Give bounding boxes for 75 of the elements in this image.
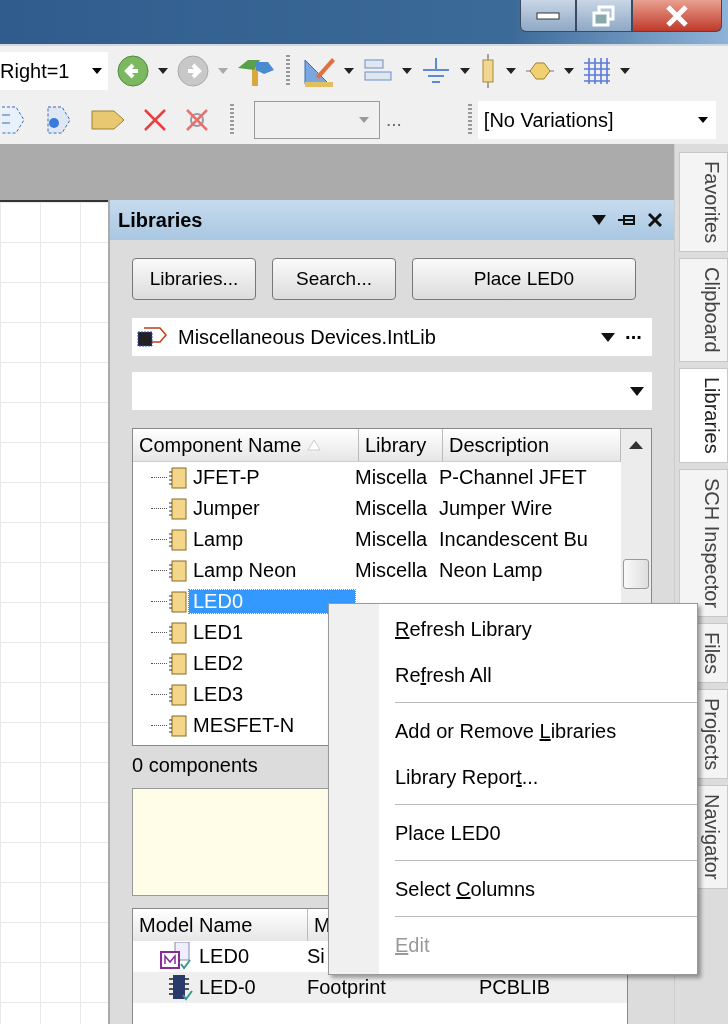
ellipsis-text: ... (386, 109, 402, 131)
dropdown-icon (92, 68, 102, 74)
component-icon (167, 558, 189, 583)
dropdown-icon[interactable] (592, 215, 606, 225)
component-icon (167, 620, 189, 645)
dropdown-icon (697, 117, 708, 123)
minimize-icon (535, 10, 561, 21)
side-tab[interactable]: SCH Inspector (679, 468, 728, 617)
scroll-up-icon[interactable] (629, 441, 643, 449)
component-name[interactable]: Lamp (189, 528, 355, 551)
library-combo[interactable]: Miscellaneous Devices.IntLib ··· (132, 318, 652, 356)
component-icon (167, 651, 189, 676)
chip-icon (134, 324, 168, 350)
side-tab[interactable]: Libraries (679, 367, 728, 463)
empty-combo[interactable] (254, 101, 380, 139)
close-icon[interactable] (648, 213, 662, 227)
dropdown-icon[interactable] (460, 68, 470, 74)
column-header[interactable]: Library (359, 429, 443, 461)
component-icon (167, 496, 189, 521)
side-tab[interactable]: Clipboard (679, 258, 728, 362)
component-icon (167, 713, 189, 738)
table-cell: Jumper Wire (439, 497, 553, 520)
dropdown-icon[interactable] (564, 68, 574, 74)
dropdown-icon (630, 386, 644, 396)
sort-icon (307, 439, 322, 451)
table-cell-text: LED0 (199, 945, 251, 968)
component-name[interactable]: Jumper (189, 497, 355, 520)
column-header[interactable]: Component Name (133, 429, 359, 461)
table-cell: P-Channel JFET (439, 466, 587, 489)
table-cell-text: Miscella (355, 466, 429, 489)
panel-button[interactable]: Place LED0 (412, 258, 636, 300)
table-cell-text: LED-0 (199, 976, 257, 999)
component-icon (167, 589, 189, 614)
table-cell: Incandescent Bu (439, 528, 588, 551)
component-icon (167, 527, 189, 552)
pin-icon[interactable] (618, 213, 636, 227)
back-icon[interactable] (116, 54, 150, 88)
table-cell-text: Miscella (355, 497, 429, 520)
close-icon (664, 4, 690, 27)
component-name[interactable]: Lamp Neon (189, 559, 355, 582)
dropdown-icon[interactable] (620, 68, 630, 74)
panel-button[interactable]: Search... (272, 258, 396, 300)
dropdown-icon[interactable] (506, 68, 516, 74)
panel-title: Libraries (118, 208, 204, 232)
dropdown-icon[interactable] (344, 68, 354, 74)
component-icon (167, 465, 189, 490)
table-cell: PCBLIB (479, 976, 551, 999)
more-button[interactable]: ··· (625, 325, 642, 349)
restore-button[interactable] (576, 0, 632, 32)
crossed-circle-icon[interactable] (184, 107, 210, 133)
dropdown-icon[interactable] (158, 68, 168, 74)
grid-icon[interactable] (582, 56, 612, 86)
component-count: 0 components (132, 754, 258, 778)
zoom-combo[interactable]: Right=1 (0, 52, 108, 90)
ground-icon[interactable] (420, 56, 452, 86)
table-cell-text: Miscella (355, 528, 429, 551)
table-cell: Neon Lamp (439, 559, 543, 582)
restore-icon (592, 4, 616, 27)
table-cell-text: Footprint (307, 976, 387, 999)
column-header[interactable]: Model Name (133, 909, 308, 941)
component-icon (167, 682, 189, 707)
panel-button[interactable]: Libraries... (132, 258, 256, 300)
cross-icon[interactable] (142, 107, 168, 133)
scroll-thumb[interactable] (623, 559, 649, 589)
designator-tag-icon[interactable] (90, 108, 126, 132)
minimize-button[interactable] (520, 0, 576, 32)
forward-icon[interactable] (176, 54, 210, 88)
side-tab[interactable]: Favorites (679, 152, 728, 253)
dropdown-icon[interactable] (402, 68, 412, 74)
dropdown-icon (359, 117, 369, 123)
component-name[interactable]: JFET-P (189, 466, 355, 489)
dropdown-icon (601, 332, 615, 342)
close-button[interactable] (632, 0, 722, 32)
table-cell-text: Miscella (355, 559, 429, 582)
variations-combo[interactable]: [No Variations] (477, 101, 716, 139)
